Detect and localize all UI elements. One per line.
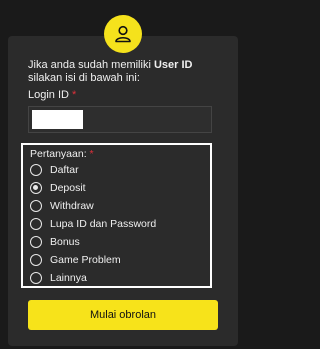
question-radio-group: Pertanyaan: * Daftar Deposit Withdraw Lupa … xyxy=(21,143,212,288)
start-chat-button[interactable]: Mulai obrolan xyxy=(28,300,218,330)
radio-unchecked-icon[interactable] xyxy=(30,217,42,230)
radio-option[interactable]: Withdraw xyxy=(30,197,94,214)
question-label-text: Pertanyaan: xyxy=(30,148,87,160)
question-label: Pertanyaan: * xyxy=(30,148,94,160)
intro-text-after: silakan isi di bawah ini: xyxy=(28,72,140,84)
login-id-label: Login ID * xyxy=(28,89,76,101)
radio-option[interactable]: Lupa ID dan Password xyxy=(30,215,156,232)
login-id-label-text: Login ID xyxy=(28,89,69,101)
required-mark: * xyxy=(72,89,77,101)
radio-unchecked-icon[interactable] xyxy=(30,199,42,212)
radio-option[interactable]: Lainnya xyxy=(30,269,87,286)
radio-option[interactable]: Daftar xyxy=(30,161,79,178)
user-avatar-icon xyxy=(104,15,142,53)
radio-unchecked-icon[interactable] xyxy=(30,235,42,248)
radio-option[interactable]: Bonus xyxy=(30,233,80,250)
intro-text-before: Jika anda sudah memiliki xyxy=(28,59,154,71)
intro-text: Jika anda sudah memiliki User ID silakan… xyxy=(28,59,228,85)
radio-checked-icon[interactable] xyxy=(30,181,42,194)
radio-option-label: Daftar xyxy=(50,163,79,176)
intro-user-id: User ID xyxy=(153,59,193,71)
login-id-input-value xyxy=(32,110,83,129)
login-id-input[interactable] xyxy=(28,106,212,133)
radio-option-label: Bonus xyxy=(50,235,80,248)
required-mark: * xyxy=(89,148,94,160)
radio-option[interactable]: Deposit xyxy=(30,179,86,196)
radio-option[interactable]: Game Problem xyxy=(30,251,121,268)
radio-option-label: Deposit xyxy=(50,181,86,194)
radio-option-label: Lainnya xyxy=(50,271,87,284)
radio-unchecked-icon[interactable] xyxy=(30,253,42,266)
radio-option-label: Lupa ID dan Password xyxy=(50,217,157,230)
radio-option-label: Withdraw xyxy=(50,199,94,212)
radio-option-label: Game Problem xyxy=(50,253,121,266)
radio-unchecked-icon[interactable] xyxy=(30,271,42,284)
radio-unchecked-icon[interactable] xyxy=(30,163,42,176)
